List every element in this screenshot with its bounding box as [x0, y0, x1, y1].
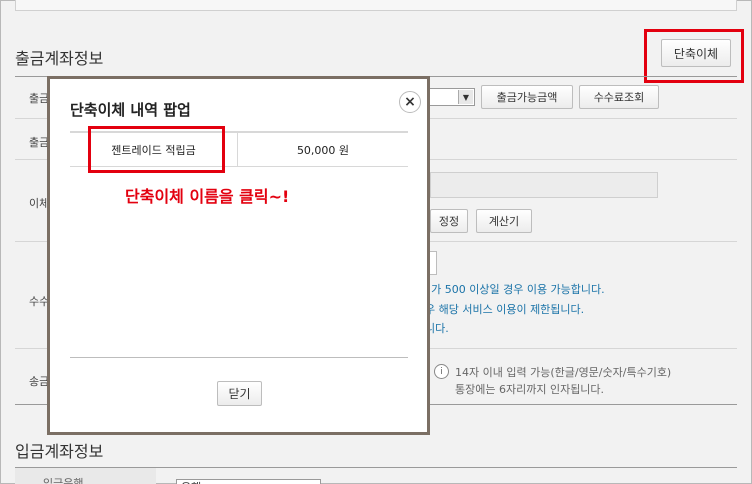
click-instruction-annotation: 단축이체 이름을 클릭~!	[125, 187, 290, 206]
correct-button[interactable]: 정정	[430, 209, 468, 233]
available-amount-button[interactable]: 출금가능금액	[481, 85, 573, 109]
memo-note-line-1: 14자 이내 입력 가능(한글/영문/숫자/특수기호)	[455, 366, 672, 379]
info-circle-icon: i	[434, 364, 449, 379]
deposit-section-title: 입금계좌정보	[15, 442, 104, 461]
popup-title: 단축이체 내역 팝업	[70, 101, 191, 119]
popup-close-button[interactable]: 닫기	[217, 381, 262, 406]
row-label-bank: 입금은행	[43, 477, 84, 484]
deposit-label-cell: 입금은행	[15, 468, 156, 484]
popup-divider	[70, 357, 408, 358]
shortcut-transfer-highlight	[644, 29, 744, 83]
fee-note-line-2: 우 해당 서비스 이용이 제한됩니다.	[425, 303, 585, 316]
transfer-name-highlight	[88, 126, 225, 173]
close-icon[interactable]: ×	[399, 91, 421, 113]
amount-input[interactable]	[430, 172, 658, 198]
shortcut-transfer-popup: 단축이체 내역 팝업 × 젠트레이드 적립금 50,000 원 단축이체 이름을…	[47, 76, 430, 435]
memo-note-line-2: 통장에는 6자리까지 인자됩니다.	[455, 383, 605, 396]
calculator-button[interactable]: 계산기	[476, 209, 532, 233]
bank-select[interactable]: 은행	[176, 479, 321, 484]
fee-lookup-button[interactable]: 수수료조회	[579, 85, 659, 109]
top-panel	[15, 0, 737, 11]
bank-select-value: 은행	[181, 480, 201, 484]
withdraw-section-title: 출금계좌정보	[15, 49, 104, 68]
chevron-down-icon: ▼	[458, 90, 473, 104]
transfer-amount: 50,000 원	[296, 143, 350, 157]
fee-note-line-1: 리가 500 이상일 경우 이용 가능합니다.	[421, 283, 605, 296]
